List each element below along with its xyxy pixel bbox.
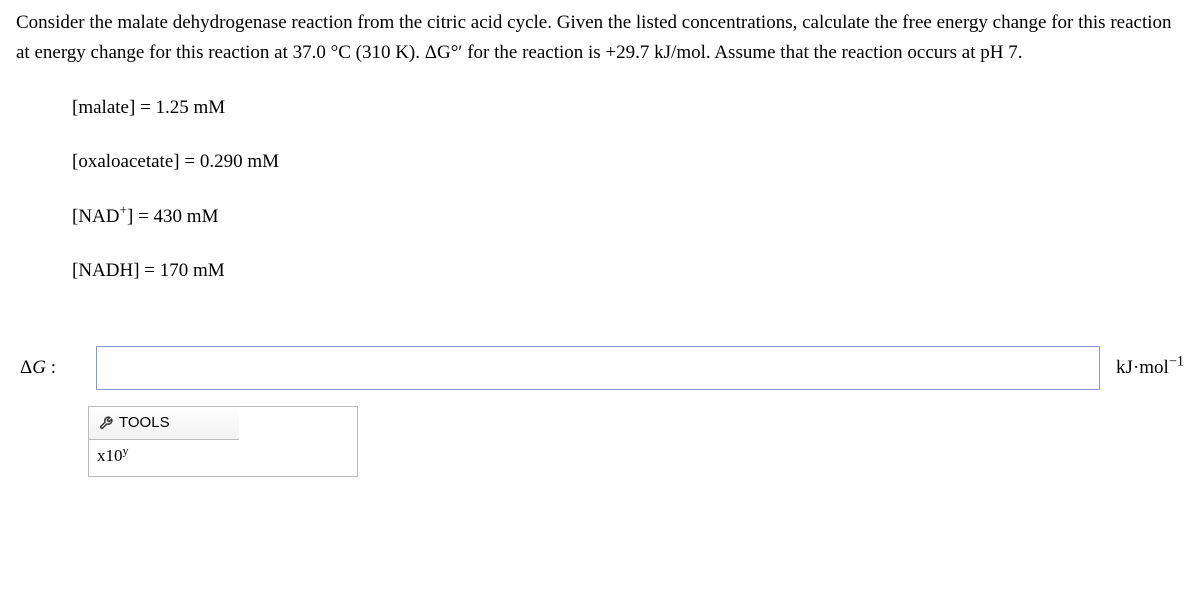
species-value: 0.290 mM bbox=[200, 151, 279, 172]
species-value: 1.25 mM bbox=[156, 97, 226, 118]
unit-text: kJ·mol bbox=[1116, 357, 1169, 378]
answer-label: ΔG : bbox=[20, 353, 56, 383]
label-colon: : bbox=[46, 357, 56, 378]
tools-title: TOOLS bbox=[119, 411, 170, 435]
sci-exp: y bbox=[123, 444, 129, 458]
wrench-icon bbox=[99, 416, 113, 430]
list-item: [NAD+] = 430 mM bbox=[72, 202, 1184, 232]
scientific-notation-button[interactable]: x10y bbox=[89, 440, 136, 475]
tools-panel: TOOLS x10y bbox=[88, 406, 358, 476]
unit-exponent: −1 bbox=[1169, 354, 1184, 370]
unit-label: kJ·mol−1 bbox=[1116, 353, 1184, 383]
species-label: [NADH] bbox=[72, 260, 140, 281]
species-label-close: ] bbox=[127, 206, 133, 227]
species-label: [oxaloacetate] bbox=[72, 151, 180, 172]
species-value: 170 mM bbox=[160, 260, 225, 281]
concentration-list: [malate] = 1.25 mM [oxaloacetate] = 0.29… bbox=[72, 93, 1184, 287]
list-item: [malate] = 1.25 mM bbox=[72, 93, 1184, 123]
answer-input[interactable] bbox=[96, 346, 1100, 390]
tools-header: TOOLS bbox=[89, 407, 239, 440]
species-label: [NAD bbox=[72, 206, 120, 227]
superscript: + bbox=[120, 202, 128, 217]
list-item: [NADH] = 170 mM bbox=[72, 256, 1184, 286]
answer-row: ΔG : kJ·mol−1 bbox=[16, 346, 1184, 390]
sci-base: x10 bbox=[97, 446, 123, 465]
list-item: [oxaloacetate] = 0.290 mM bbox=[72, 147, 1184, 177]
species-value: 430 mM bbox=[154, 206, 219, 227]
problem-text: Consider the malate dehydrogenase reacti… bbox=[16, 12, 1172, 63]
variable-g: G bbox=[32, 357, 46, 378]
species-label: [malate] bbox=[72, 97, 135, 118]
delta-symbol: Δ bbox=[20, 357, 32, 378]
problem-statement: Consider the malate dehydrogenase reacti… bbox=[16, 8, 1184, 69]
